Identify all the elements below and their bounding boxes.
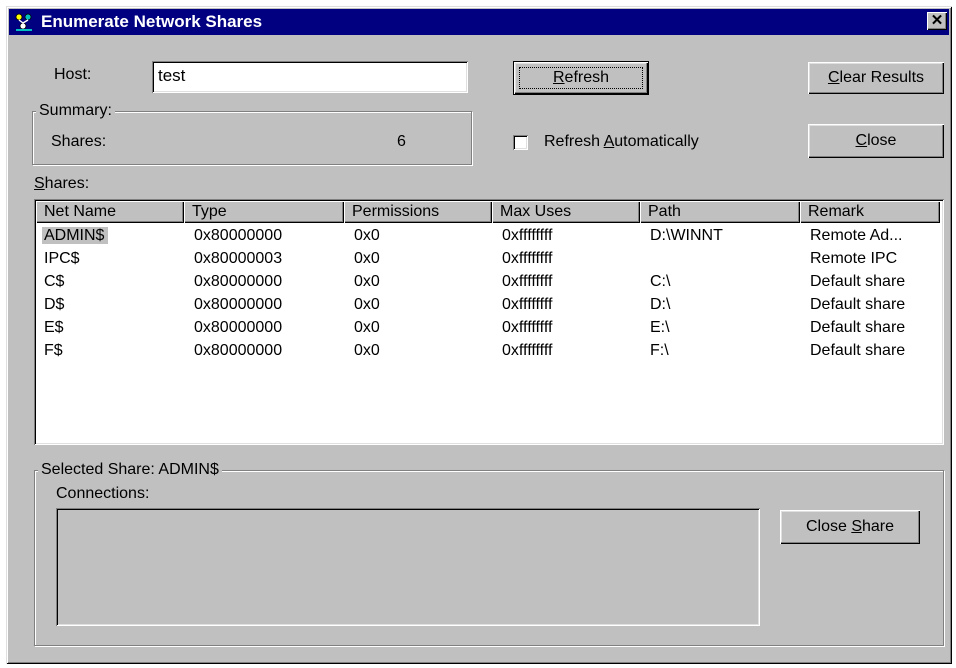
network-shares-icon	[15, 13, 32, 31]
table-row[interactable]: C$ 0x80000000 0x0 0xffffffff C:\ Default…	[36, 270, 942, 293]
row-remark: Default share	[810, 319, 906, 336]
row-type: 0x80000000	[194, 342, 283, 359]
column-header-remark[interactable]: Remark	[800, 201, 940, 223]
row-path: E:\	[650, 319, 670, 336]
row-max-uses: 0xffffffff	[502, 250, 553, 267]
column-header-type[interactable]: Type	[184, 201, 344, 223]
table-row[interactable]: D$ 0x80000000 0x0 0xffffffff D:\ Default…	[36, 293, 942, 316]
summary-group-label: Summary:	[36, 102, 115, 120]
refresh-button[interactable]: Refresh	[513, 61, 649, 95]
table-row[interactable]: F$ 0x80000000 0x0 0xffffffff F:\ Default…	[36, 339, 942, 362]
selected-share-label: Selected Share: ADMIN$	[38, 461, 222, 479]
row-remark: Default share	[810, 273, 906, 290]
row-type: 0x80000000	[194, 227, 283, 244]
row-remark: Default share	[810, 296, 906, 313]
column-header-permissions[interactable]: Permissions	[344, 201, 492, 223]
row-permissions: 0x0	[354, 250, 380, 267]
row-path: D:\WINNT	[650, 227, 723, 244]
title-bar[interactable]: Enumerate Network Shares ✕	[9, 9, 949, 35]
refresh-automatically-label[interactable]: Refresh Automatically	[544, 133, 699, 151]
row-permissions: 0x0	[354, 319, 380, 336]
row-remark: Remote Ad...	[810, 227, 903, 244]
row-max-uses: 0xffffffff	[502, 273, 553, 290]
shares-list-label: Shares:	[34, 175, 90, 192]
connections-list[interactable]	[56, 508, 760, 626]
row-type: 0x80000000	[194, 319, 283, 336]
column-header-net-name[interactable]: Net Name	[36, 201, 184, 223]
row-net-name: F$	[44, 342, 63, 359]
row-permissions: 0x0	[354, 273, 380, 290]
row-max-uses: 0xffffffff	[502, 227, 553, 244]
column-header-max-uses[interactable]: Max Uses	[492, 201, 640, 223]
row-permissions: 0x0	[354, 227, 380, 244]
connections-label: Connections:	[56, 485, 150, 502]
shares-count-label: Shares:	[51, 133, 107, 150]
row-type: 0x80000003	[194, 250, 283, 267]
row-path: D:\	[650, 296, 671, 313]
table-row[interactable]: ADMIN$ 0x80000000 0x0 0xffffffff D:\WINN…	[36, 224, 942, 247]
window-title: Enumerate Network Shares	[41, 12, 263, 31]
row-path: C:\	[650, 273, 671, 290]
row-net-name: D$	[44, 296, 65, 313]
row-net-name: C$	[44, 273, 65, 290]
shares-count-value: 6	[397, 133, 406, 150]
row-max-uses: 0xffffffff	[502, 296, 553, 313]
column-header-path[interactable]: Path	[640, 201, 800, 223]
refresh-automatically-checkbox[interactable]	[513, 135, 528, 150]
row-permissions: 0x0	[354, 296, 380, 313]
close-icon[interactable]: ✕	[927, 12, 947, 30]
shares-listview[interactable]: Net Name Type Permissions Max Uses Path …	[34, 199, 944, 445]
row-net-name: ADMIN$	[42, 227, 109, 244]
row-max-uses: 0xffffffff	[502, 342, 553, 359]
row-remark: Remote IPC	[810, 250, 898, 267]
row-net-name: E$	[44, 319, 64, 336]
host-input[interactable]: test	[152, 61, 468, 93]
focus-rectangle	[519, 67, 643, 89]
row-permissions: 0x0	[354, 342, 380, 359]
row-path: F:\	[650, 342, 669, 359]
row-max-uses: 0xffffffff	[502, 319, 553, 336]
row-type: 0x80000000	[194, 273, 283, 290]
row-remark: Default share	[810, 342, 906, 359]
close-button[interactable]: Close	[808, 124, 944, 158]
host-label: Host:	[54, 66, 92, 83]
row-net-name: IPC$	[44, 250, 80, 267]
close-share-button[interactable]: Close Share	[780, 510, 920, 544]
table-row[interactable]: E$ 0x80000000 0x0 0xffffffff E:\ Default…	[36, 316, 942, 339]
clear-results-button[interactable]: Clear Results	[808, 62, 944, 94]
table-row[interactable]: IPC$ 0x80000003 0x0 0xffffffff Remote IP…	[36, 247, 942, 270]
row-type: 0x80000000	[194, 296, 283, 313]
dialog-window: Enumerate Network Shares ✕ Host: test Re…	[6, 6, 952, 664]
